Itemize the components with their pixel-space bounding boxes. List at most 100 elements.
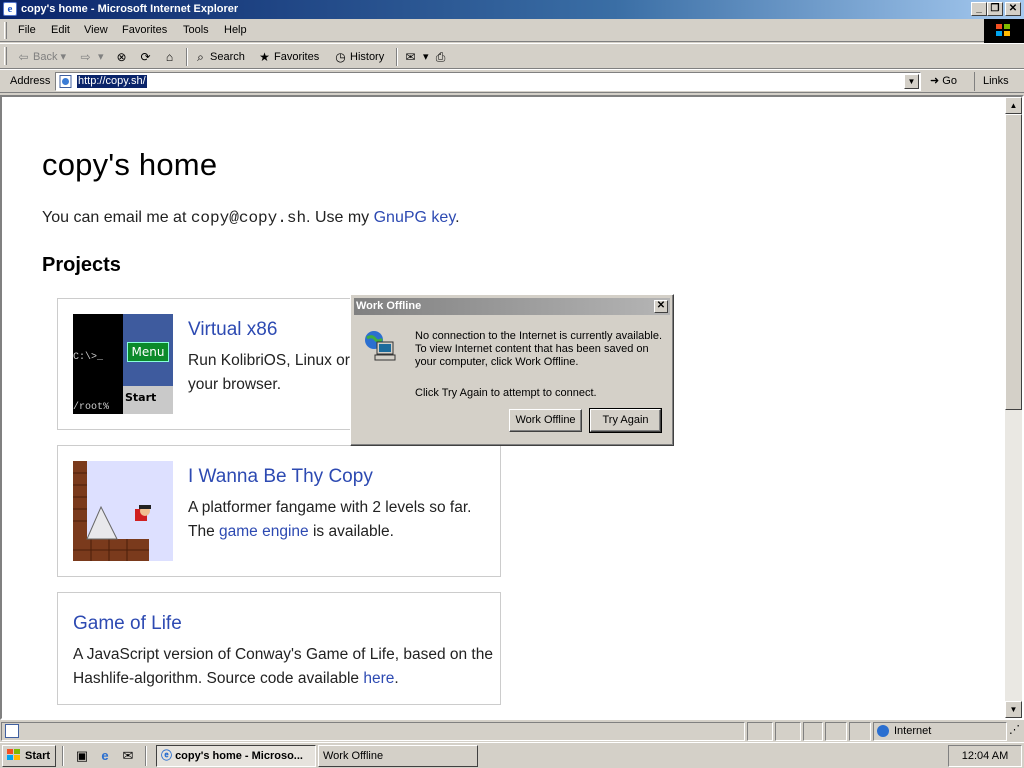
dialog-titlebar[interactable]: Work Offline ✕ bbox=[354, 298, 670, 315]
scroll-down-button[interactable]: ▼ bbox=[1005, 701, 1022, 718]
game-of-life-desc: A JavaScript version of Conway's Game of… bbox=[73, 643, 493, 691]
menu-view[interactable]: View bbox=[84, 24, 108, 36]
back-arrow-icon: ⇦ bbox=[18, 49, 29, 64]
try-again-button[interactable]: Try Again bbox=[589, 408, 662, 433]
menu-bar: File Edit View Favorites Tools Help bbox=[0, 19, 1024, 42]
toolbar-grip[interactable] bbox=[4, 47, 7, 65]
vertical-scrollbar[interactable]: ▲ ▼ bbox=[1005, 97, 1022, 718]
favorites-label: Favorites bbox=[274, 51, 320, 63]
favorites-button[interactable]: ★ Favorites bbox=[257, 48, 319, 66]
source-code-link[interactable]: here bbox=[363, 670, 394, 687]
dialog-close-button[interactable]: ✕ bbox=[654, 300, 668, 313]
i-wanna-desc-end: is available. bbox=[308, 523, 394, 540]
back-button[interactable]: ⇦ Back ▾ bbox=[16, 48, 66, 66]
system-tray-clock[interactable]: 12:04 AM bbox=[948, 745, 1022, 767]
i-wanna-link[interactable]: I Wanna Be Thy Copy bbox=[188, 466, 373, 488]
address-input[interactable]: http://copy.sh/ ▼ bbox=[55, 72, 921, 91]
menu-favorites[interactable]: Favorites bbox=[122, 24, 167, 36]
status-pane bbox=[803, 722, 823, 741]
refresh-icon: ⟳ bbox=[140, 49, 151, 64]
forward-arrow-icon: ⇨ bbox=[80, 49, 91, 64]
dialog-message-2: Click Try Again to attempt to connect. bbox=[415, 387, 597, 399]
go-button[interactable]: ➜ Go bbox=[930, 74, 957, 87]
status-pane bbox=[775, 722, 801, 741]
terminal-prompt: C:\>_ bbox=[73, 352, 104, 363]
maximize-button[interactable]: ❐ bbox=[987, 2, 1003, 16]
virtual-x86-link[interactable]: Virtual x86 bbox=[188, 319, 277, 341]
intro-end: . bbox=[455, 209, 460, 226]
menu-tools[interactable]: Tools bbox=[183, 24, 209, 36]
stop-button[interactable]: ⊗ bbox=[114, 48, 131, 66]
network-computer-icon bbox=[365, 331, 396, 361]
ie-icon: ⓔ bbox=[161, 750, 172, 762]
address-label: Address bbox=[10, 75, 51, 87]
home-icon: ⌂ bbox=[165, 49, 174, 64]
print-icon: ⎙ bbox=[435, 49, 446, 64]
gnupg-key-link[interactable]: GnuPG key bbox=[374, 209, 456, 226]
history-icon: ◷ bbox=[335, 49, 346, 64]
close-button[interactable]: ✕ bbox=[1005, 2, 1021, 16]
work-offline-button[interactable]: Work Offline bbox=[509, 409, 582, 432]
thumb-start-label: Start bbox=[125, 391, 157, 404]
status-pane bbox=[747, 722, 773, 741]
game-of-life-desc-end: . bbox=[394, 670, 399, 687]
minimize-button[interactable]: _ bbox=[971, 2, 987, 16]
i-wanna-desc: A platformer fangame with 2 levels so fa… bbox=[188, 496, 488, 544]
menu-file[interactable]: File bbox=[18, 24, 36, 36]
dialog-title: Work Offline bbox=[356, 300, 422, 312]
address-url: http://copy.sh/ bbox=[77, 75, 147, 88]
ie-quicklaunch-icon[interactable]: e bbox=[97, 748, 113, 764]
history-button[interactable]: ◷ History bbox=[333, 48, 384, 66]
taskbar-ie-window[interactable]: ⓔ copy's home - Microso... bbox=[156, 745, 316, 767]
terminal-root: /root% bbox=[73, 402, 110, 413]
links-button[interactable]: Links bbox=[974, 72, 1024, 91]
refresh-button[interactable]: ⟳ bbox=[138, 48, 155, 66]
toolbar-grip[interactable] bbox=[4, 22, 7, 39]
go-label: Go bbox=[942, 75, 957, 87]
toolbar-separator bbox=[396, 48, 398, 66]
menu-help[interactable]: Help bbox=[224, 24, 247, 36]
virtual-x86-thumbnail[interactable]: C:\>_ /root% Menu Start bbox=[73, 314, 173, 414]
window-title: copy's home - Microsoft Internet Explore… bbox=[21, 3, 239, 15]
window-titlebar[interactable]: e copy's home - Microsoft Internet Explo… bbox=[0, 0, 1024, 19]
projects-heading: Projects bbox=[42, 254, 121, 276]
show-desktop-icon[interactable]: ▣ bbox=[74, 748, 90, 764]
game-of-life-desc-text: A JavaScript version of Conway's Game of… bbox=[73, 646, 493, 687]
scroll-thumb[interactable] bbox=[1005, 114, 1022, 410]
start-button[interactable]: Start bbox=[2, 745, 56, 767]
address-bar: Address http://copy.sh/ ▼ ➜ Go Links bbox=[0, 69, 1024, 93]
status-bar: Internet ⋰ bbox=[0, 720, 1024, 742]
taskbar-work-offline[interactable]: Work Offline bbox=[318, 745, 478, 767]
work-offline-dialog: Work Offline ✕ No connection to the Inte… bbox=[350, 294, 674, 446]
forward-button[interactable]: ⇨ ▾ bbox=[78, 48, 103, 66]
intro-mid: . Use my bbox=[306, 209, 374, 226]
outlook-express-icon[interactable]: ✉ bbox=[120, 748, 136, 764]
search-icon: ⌕ bbox=[197, 49, 204, 64]
mail-button[interactable]: ✉ ▾ bbox=[403, 48, 428, 66]
taskbar-separator bbox=[62, 746, 64, 766]
ie-icon: e bbox=[3, 2, 17, 16]
intro-prefix: You can email me at bbox=[42, 209, 191, 226]
resize-grip[interactable]: ⋰ bbox=[1009, 722, 1023, 741]
page-title: copy's home bbox=[42, 147, 218, 182]
terminal-area bbox=[73, 314, 123, 414]
home-button[interactable]: ⌂ bbox=[162, 48, 179, 66]
search-button[interactable]: ⌕ Search bbox=[193, 48, 245, 66]
zone-pane: Internet bbox=[873, 722, 1007, 741]
windows-logo bbox=[984, 19, 1024, 44]
scroll-up-button[interactable]: ▲ bbox=[1005, 97, 1022, 114]
zone-label: Internet bbox=[894, 725, 932, 737]
game-of-life-link[interactable]: Game of Life bbox=[73, 613, 182, 635]
toolbar-separator bbox=[186, 48, 188, 66]
i-wanna-thumbnail[interactable] bbox=[73, 461, 173, 561]
dialog-message: No connection to the Internet is current… bbox=[415, 330, 663, 368]
page-icon bbox=[59, 75, 72, 88]
print-button[interactable]: ⎙ bbox=[433, 48, 450, 66]
stop-icon: ⊗ bbox=[116, 49, 127, 64]
project-card-i-wanna: I Wanna Be Thy Copy A platformer fangame… bbox=[57, 445, 501, 577]
mail-icon: ✉ bbox=[405, 49, 416, 64]
menu-edit[interactable]: Edit bbox=[51, 24, 70, 36]
address-dropdown-button[interactable]: ▼ bbox=[904, 74, 919, 89]
favorites-icon: ★ bbox=[259, 49, 270, 64]
game-engine-link[interactable]: game engine bbox=[219, 523, 309, 540]
